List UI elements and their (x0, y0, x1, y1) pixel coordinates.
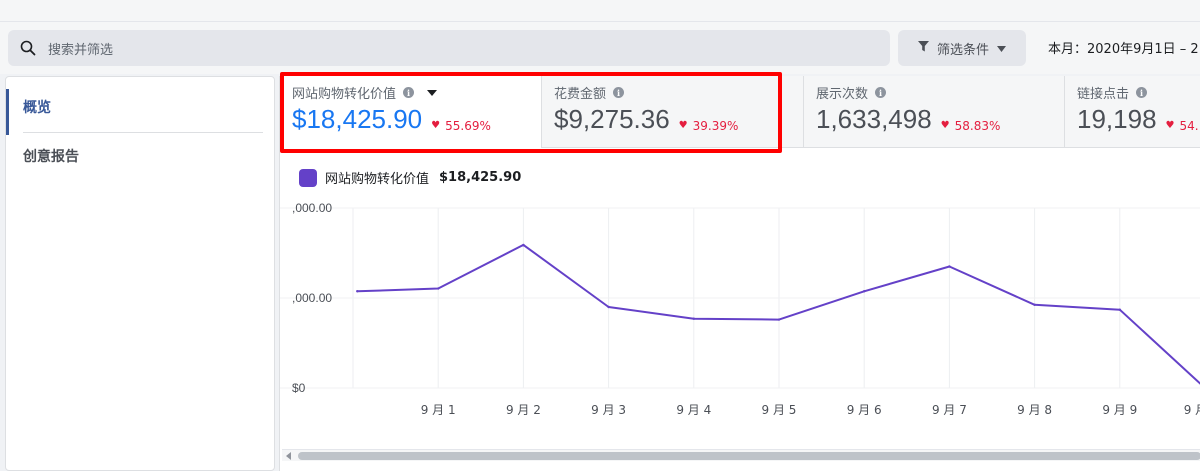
info-icon[interactable]: i (875, 87, 887, 98)
metric-value: $18,425.90 (292, 104, 423, 134)
info-icon[interactable]: i (613, 87, 625, 98)
heart-down-icon: ♥ (431, 120, 441, 131)
x-tick-label: 9 月 3 (591, 403, 626, 417)
info-icon[interactable]: i (1136, 87, 1148, 98)
data-point (863, 290, 866, 293)
sidebar-item-overview[interactable]: 概览 (6, 83, 274, 135)
legend-swatch (299, 168, 317, 187)
metric-bar: 网站购物转化价值 i $18,425.90 ♥ 55.69% 花费金额 i $9,… (280, 76, 1200, 148)
search-input[interactable]: 搜索并筛选 (8, 30, 890, 66)
metric-label: 链接点击 (1077, 87, 1130, 102)
sidebar-item-creative-report[interactable]: 创意报告 (6, 132, 274, 180)
horizontal-scrollbar[interactable] (282, 449, 1200, 461)
metric-label: 花费金额 (554, 87, 607, 102)
data-point (777, 318, 781, 321)
filter-icon (917, 40, 929, 56)
chart-legend[interactable]: 网站购物转化价值 $18,425.90 (299, 168, 521, 187)
metric-change: 39.39% (692, 118, 739, 133)
line-chart: ,000.00 ,000.00 $0 9 月 1 9 月 2 9 月 3 9 月 4 9 月 … (280, 201, 1200, 417)
data-point (356, 290, 359, 293)
heart-down-icon: ♥ (678, 120, 688, 131)
data-point (437, 287, 440, 290)
scrollbar-thumb[interactable] (298, 452, 1200, 460)
metric-value: $9,275.36 (554, 104, 670, 134)
search-toolbar: 搜索并筛选 筛选条件 本月：2020年9月1日 – 2 (0, 22, 1200, 74)
x-tick-label: 9 月 6 (847, 403, 882, 417)
data-point (692, 317, 695, 320)
metric-value: 1,633,498 (816, 104, 932, 134)
sidebar-item-label: 概览 (23, 100, 51, 116)
filter-label: 筛选条件 (936, 42, 989, 58)
y-tick-label: ,000.00 (292, 201, 332, 215)
y-tick-label: ,000.00 (292, 291, 332, 305)
x-tick-label: 9 月 5 (762, 403, 797, 417)
legend-series-name: 网站购物转化价值 (325, 172, 430, 187)
chevron-down-icon (997, 41, 1006, 56)
data-point (607, 305, 610, 309)
filter-button[interactable]: 筛选条件 (898, 30, 1026, 66)
sidebar-item-label: 创意报告 (23, 149, 79, 165)
x-tick-label: 9 月 9 (1102, 403, 1137, 417)
data-point (1033, 303, 1036, 306)
caret-down-icon[interactable] (427, 89, 438, 96)
metric-label: 展示次数 (816, 87, 869, 102)
main-panel: 网站购物转化价值 i $18,425.90 ♥ 55.69% 花费金额 i $9,… (279, 76, 1200, 471)
top-strip (0, 0, 1200, 22)
search-placeholder: 搜索并筛选 (48, 42, 114, 58)
heart-down-icon: ♥ (940, 120, 950, 131)
metric-impressions[interactable]: 展示次数 i 1,633,498 ♥ 58.83% (804, 76, 1065, 148)
x-tick-label: 9 月 7 (932, 403, 967, 417)
metric-change: 54. (1179, 118, 1199, 133)
x-tick-label: 9 月 1 (421, 403, 456, 417)
metric-label: 网站购物转化价值 (292, 87, 397, 102)
metric-change: 58.83% (954, 118, 1001, 133)
search-icon (8, 40, 48, 56)
info-icon[interactable]: i (403, 87, 415, 98)
legend-series-value: $18,425.90 (439, 170, 522, 185)
x-tick-label: 9 月 2 (506, 403, 541, 417)
metric-value: 19,198 (1077, 104, 1157, 134)
date-range-picker[interactable]: 本月：2020年9月1日 – 2 (1048, 38, 1199, 57)
metric-amount-spent[interactable]: 花费金额 i $9,275.36 ♥ 39.39% (542, 76, 804, 148)
data-point (948, 265, 951, 268)
data-point (1118, 308, 1121, 311)
metric-change: 55.69% (445, 118, 491, 133)
y-tick-label: $0 (292, 381, 306, 395)
x-tick-label: 9 月 10 (1184, 403, 1200, 417)
metric-link-clicks[interactable]: 链接点击 i 19,198 ♥ 54. (1065, 76, 1200, 148)
metric-website-purchase-value[interactable]: 网站购物转化价值 i $18,425.90 ♥ 55.69% (280, 76, 542, 148)
heart-down-icon: ♥ (1165, 120, 1175, 131)
x-tick-label: 9 月 8 (1017, 403, 1052, 417)
x-tick-label: 9 月 4 (676, 403, 711, 417)
scroll-left-icon[interactable] (286, 452, 291, 460)
data-point (522, 243, 525, 247)
sidebar: 概览 创意报告 (5, 76, 275, 471)
